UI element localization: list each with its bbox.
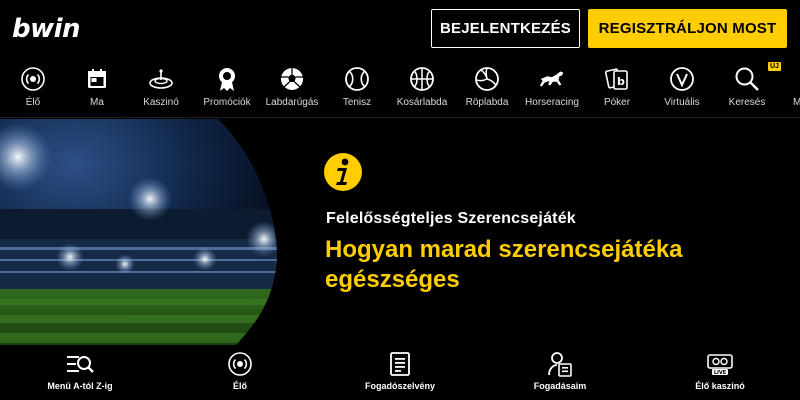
- nav-item-virtual[interactable]: Virtuális: [652, 58, 712, 117]
- bottom-label: Menü A-tól Z-ig: [47, 381, 113, 391]
- bottom-label: Fogadószelvény: [364, 381, 436, 391]
- more-icon: [786, 65, 800, 93]
- bottom-item-live[interactable]: Élő: [180, 345, 300, 400]
- nav-item-live[interactable]: Élő: [3, 58, 63, 117]
- nav-label: Keresés: [728, 97, 766, 108]
- bottom-item-my-bets[interactable]: Fogadásaim: [500, 345, 620, 400]
- bottom-item-betslip[interactable]: Fogadószelvény: [340, 345, 460, 400]
- nav-item-today[interactable]: Ma: [67, 58, 127, 117]
- medal-icon: [213, 65, 241, 93]
- nav-label: Kaszinó: [143, 97, 179, 108]
- nav-item-promotions[interactable]: Promóciók: [197, 58, 257, 117]
- svg-text:b: b: [617, 75, 625, 88]
- login-button[interactable]: BEJELENTKEZÉS: [431, 9, 580, 48]
- register-button[interactable]: REGISZTRÁLJON MOST: [588, 9, 787, 48]
- bwin-logo[interactable]: bwin: [12, 14, 81, 44]
- nav-label: Horseracing: [525, 97, 579, 108]
- nav-label: Labdarúgás: [265, 97, 319, 108]
- bottom-label: Élő: [232, 381, 247, 391]
- header: bwin BEJELENTKEZÉS REGISZTRÁLJON MOST: [0, 0, 800, 58]
- nav-item-poker[interactable]: b Póker: [587, 58, 647, 117]
- bottom-item-menu[interactable]: Menü A-tól Z-ig: [20, 345, 140, 400]
- nav-label: Röplabda: [465, 97, 509, 108]
- soccer-ball-icon: [278, 65, 306, 93]
- bottom-nav: Menü A-tól Z-ig Élő Fogadószelvény Fogad…: [0, 345, 800, 400]
- bottom-label: Fogadásaim: [533, 381, 587, 391]
- info-icon: [324, 153, 362, 191]
- nav-label: Mu: [793, 97, 800, 108]
- volleyball-icon: [473, 65, 501, 93]
- poker-cards-icon: b: [603, 65, 631, 93]
- basketball-icon: [408, 65, 436, 93]
- live-icon: [226, 350, 254, 378]
- betslip-icon: [386, 350, 414, 378]
- live-tag: LIVE: [714, 370, 727, 376]
- live-icon: [19, 65, 47, 93]
- stadium-image: [0, 119, 277, 345]
- nav-item-horseracing[interactable]: Horseracing: [522, 58, 582, 117]
- nav-label: Ma: [90, 97, 104, 108]
- menu-search-icon: [66, 350, 94, 378]
- nav-label: Tenisz: [342, 97, 372, 108]
- virtual-icon: [668, 65, 696, 93]
- new-badge: ÚJ: [768, 62, 781, 71]
- banner-title: Hogyan marad szerencsejátéka egészséges: [325, 236, 683, 293]
- tennis-ball-icon: [343, 65, 371, 93]
- calendar-icon: [83, 65, 111, 93]
- bottom-label: Élő kaszinó: [695, 381, 745, 391]
- nav-item-casino[interactable]: Kaszinó: [131, 58, 191, 117]
- nav-label: Póker: [603, 97, 631, 108]
- my-bets-icon: [546, 350, 574, 378]
- horse-icon: [538, 65, 566, 93]
- sports-nav: Élő Ma Kaszinó Promóciók Labdarúgás Teni…: [0, 58, 800, 118]
- bottom-item-live-casino[interactable]: LIVE Élő kaszinó: [660, 345, 780, 400]
- nav-label: Élő: [25, 97, 41, 108]
- live-casino-icon: LIVE: [706, 350, 734, 378]
- nav-label: Promóciók: [203, 97, 251, 108]
- nav-item-tennis[interactable]: Tenisz: [327, 58, 387, 117]
- nav-label: Virtuális: [664, 97, 700, 108]
- nav-label: Kosárlabda: [396, 97, 448, 108]
- nav-item-football[interactable]: Labdarúgás: [262, 58, 322, 117]
- nav-item-volleyball[interactable]: Röplabda: [457, 58, 517, 117]
- banner-subtitle: Felelősségteljes Szerencsejáték: [326, 210, 576, 227]
- roulette-icon: [147, 65, 175, 93]
- promo-banner[interactable]: [0, 119, 800, 345]
- nav-item-basketball[interactable]: Kosárlabda: [392, 58, 452, 117]
- search-icon: [733, 65, 761, 93]
